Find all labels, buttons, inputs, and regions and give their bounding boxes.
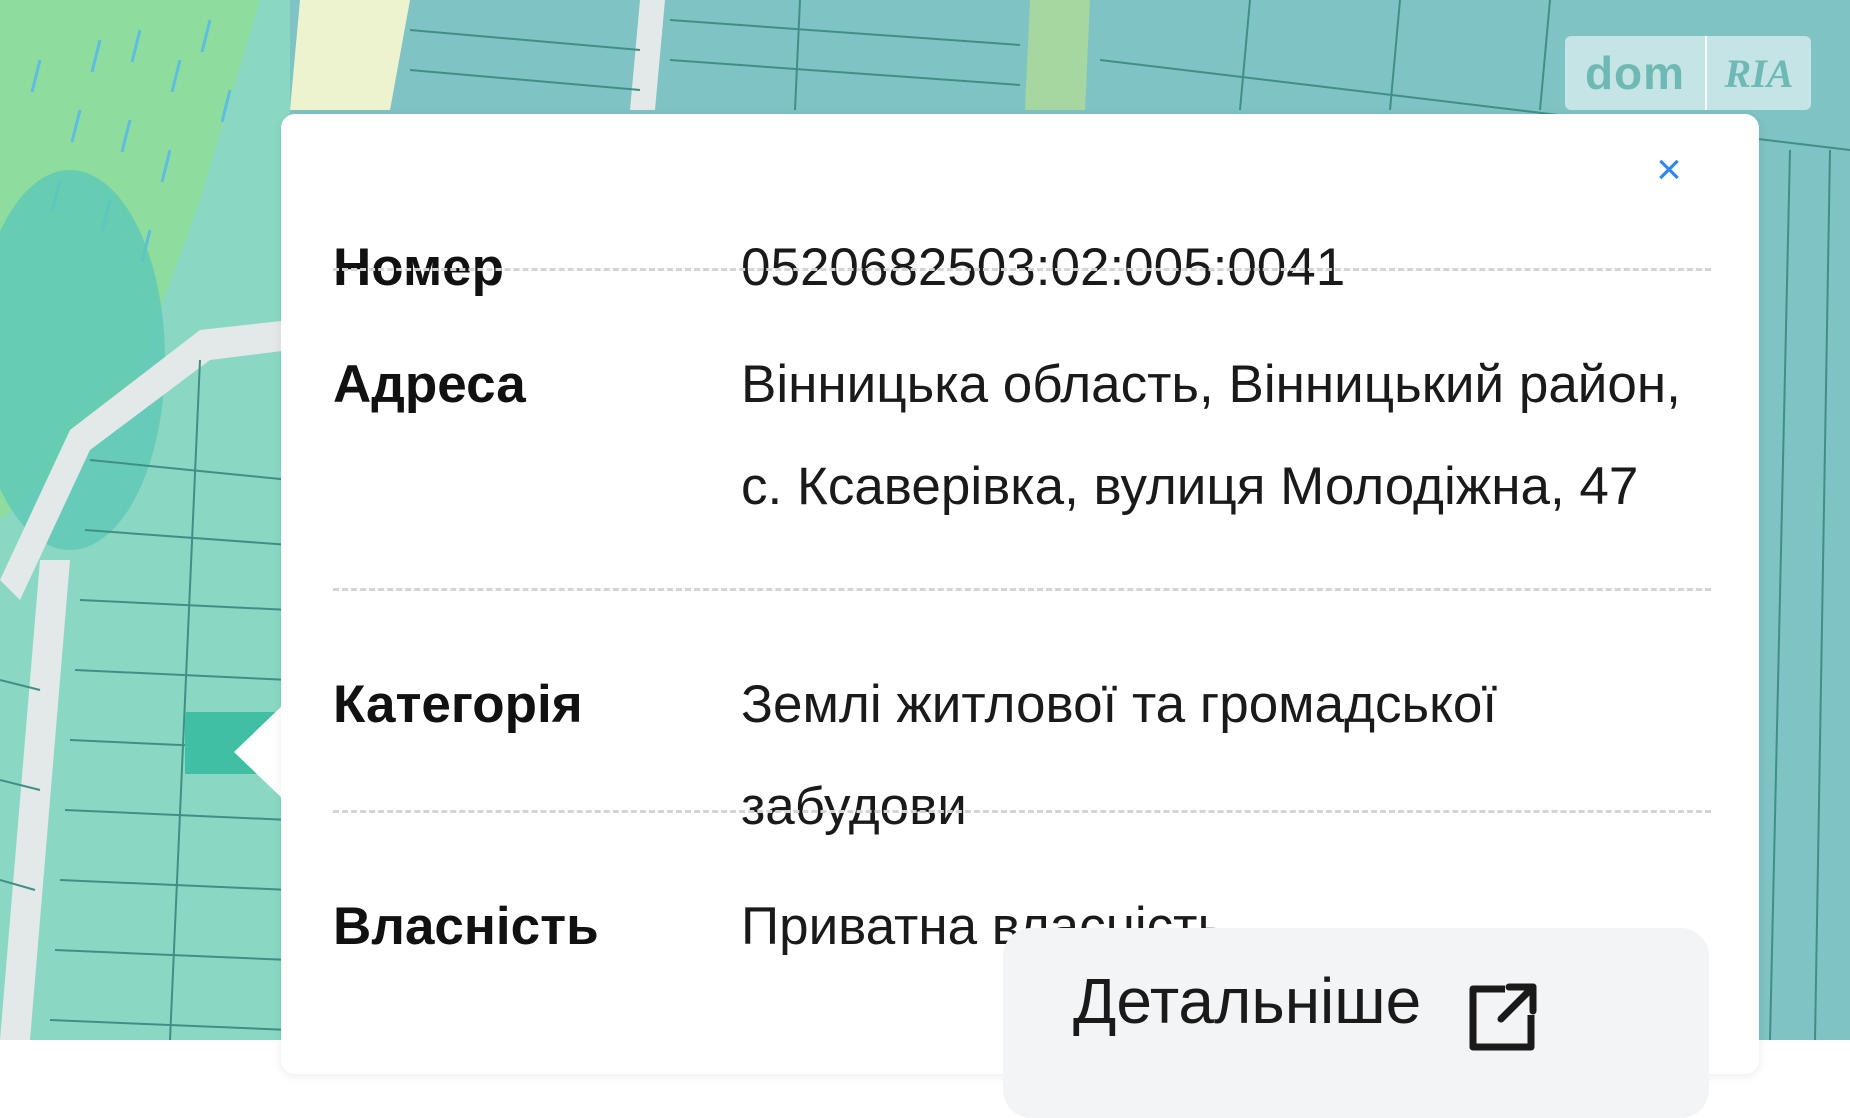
watermark-ria-logo: RIA — [1724, 50, 1794, 96]
row-address: Адреса Вінницька область, Вінницький рай… — [333, 334, 1711, 538]
address-value: Вінницька область, Вінницький район, с. … — [741, 355, 1681, 516]
divider — [333, 268, 1711, 271]
divider — [333, 810, 1711, 813]
category-label: Категорія — [333, 675, 583, 734]
watermark-dom-text: dom — [1584, 47, 1686, 99]
external-link-icon — [1461, 977, 1543, 1062]
address-label: Адреса — [333, 355, 526, 414]
green-strip-top — [1025, 0, 1090, 110]
ownership-label: Власність — [333, 897, 599, 956]
details-button-label: Детальніше — [1073, 965, 1422, 1037]
popup-pointer — [234, 704, 284, 800]
domria-watermark: dom RIA — [1565, 36, 1811, 110]
parcel-info-popup: × Номер 0520682503:02:005:0041 Адреса Ві… — [281, 114, 1759, 1118]
details-button[interactable]: Детальніше — [1003, 928, 1709, 1118]
parcel-area-right — [1755, 100, 1850, 1040]
row-category: Категорія Землі житлової та громадської … — [333, 654, 1711, 858]
close-icon: × — [1656, 145, 1682, 194]
category-value: Землі житлової та громадської забудови — [741, 675, 1498, 836]
close-button[interactable]: × — [1649, 148, 1689, 192]
field-area — [290, 0, 410, 110]
divider — [333, 588, 1711, 591]
